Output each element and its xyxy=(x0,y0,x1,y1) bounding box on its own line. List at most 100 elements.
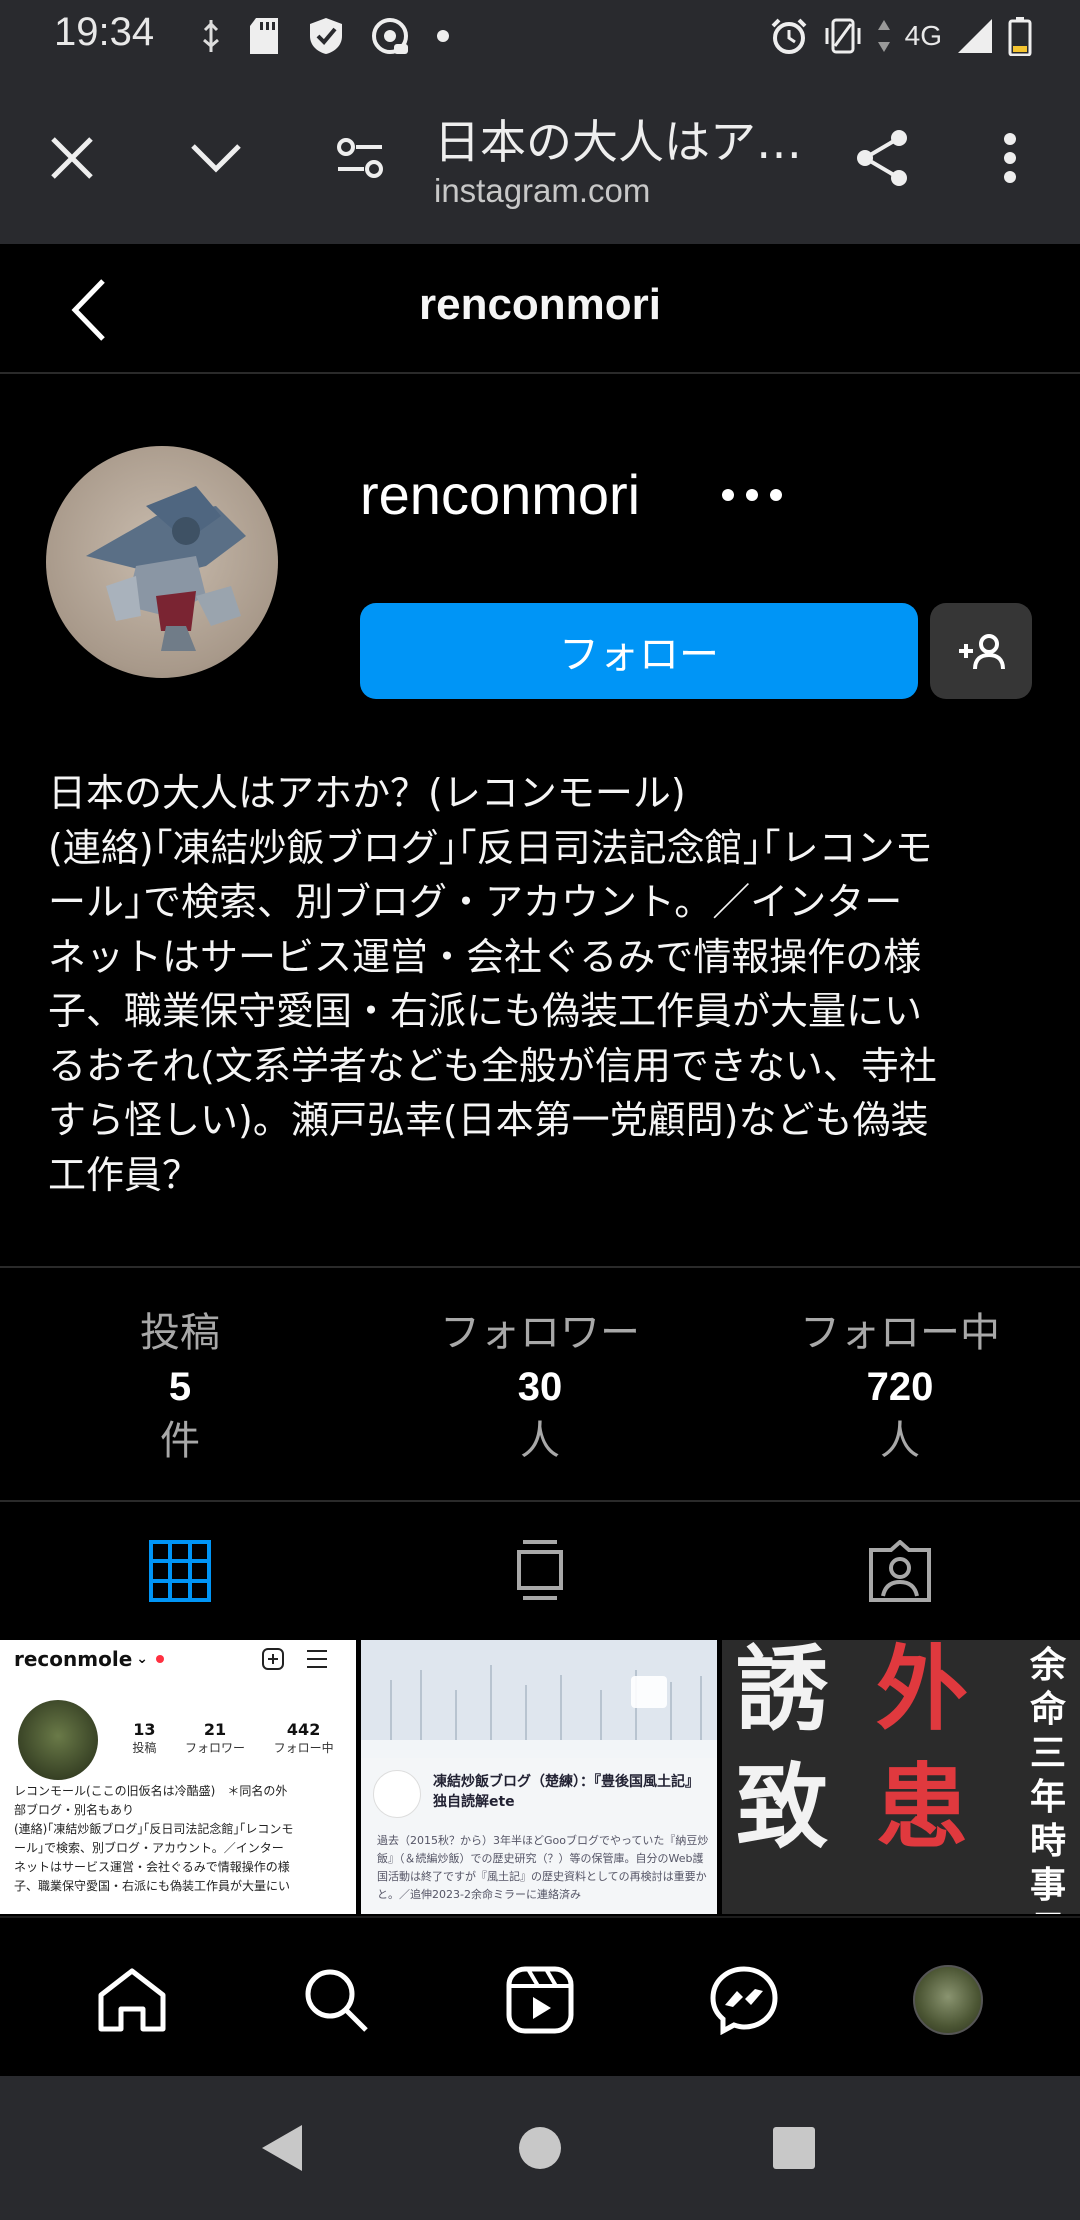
tab-feed[interactable] xyxy=(505,1536,575,1606)
post1-bio: レコンモール(ここの旧仮名は冷酷盛) ＊同名の外 部ブログ・別名もあり (連絡)… xyxy=(14,1782,350,1896)
add-person-icon xyxy=(959,634,1005,670)
system-icons: 4G xyxy=(769,14,1032,58)
following-unit: 人 xyxy=(880,1418,920,1464)
tab-tagged[interactable] xyxy=(865,1536,935,1606)
menu-button[interactable] xyxy=(970,118,1050,198)
vibrate-icon xyxy=(825,18,861,54)
post1-header: reconmole ⌄ xyxy=(0,1640,356,1678)
usb-debug-icon xyxy=(203,20,219,52)
close-icon xyxy=(51,137,93,179)
bio-line: ール｣で検索、別ブログ・アカウント。／インター xyxy=(48,880,903,924)
followers-unit: 人 xyxy=(520,1418,560,1464)
post2-card: 凍結炒飯ブログ（楚練）：『豊後国風土記』独自読解ete 過去（2015秋？から）… xyxy=(361,1758,717,1914)
profile-bio: 日本の大人はアホか？(レコンモール) (連絡)｢凍結炒飯ブログ｣｢反日司法記念館… xyxy=(48,766,1038,1202)
sd-card-icon xyxy=(250,18,278,54)
post3-char: 誘 xyxy=(736,1640,829,1743)
site-settings-button[interactable] xyxy=(320,118,400,198)
notification-dot-icon xyxy=(156,1655,164,1663)
post1-bio-line: ール｣で検索、別ブログ・アカウント。／インター xyxy=(14,1841,284,1855)
post1-stat: 13 投稿 xyxy=(132,1720,156,1756)
post1-account: reconmole xyxy=(14,1647,133,1671)
tab-posts-grid[interactable] xyxy=(145,1536,215,1606)
page-url: instagram.com xyxy=(434,172,651,209)
nav-messenger[interactable] xyxy=(704,1960,784,2040)
followers-count[interactable]: フォロワー 30 人 xyxy=(390,1306,690,1468)
profile-stats: 投稿 5 件 フォロワー 30 人 フォロー中 720 人 xyxy=(0,1266,1080,1502)
feed-icon xyxy=(517,1540,563,1600)
suggested-users-button[interactable] xyxy=(930,603,1032,699)
bio-line: ネットはサービス運営・会社ぐるみで情報操作の様 xyxy=(48,934,922,979)
system-back-button[interactable] xyxy=(246,2112,318,2184)
instagram-bottom-nav xyxy=(0,1916,1080,2076)
bio-line: (連絡)｢凍結炒飯ブログ｣｢反日司法記念館｣｢レコンモ xyxy=(48,825,933,870)
close-tab-button[interactable] xyxy=(32,118,112,198)
nav-profile[interactable] xyxy=(908,1960,988,2040)
more-horizontal-icon xyxy=(722,489,782,501)
more-vert-icon xyxy=(1004,133,1016,183)
battery-icon xyxy=(1008,17,1032,56)
post1-stat-num: 21 xyxy=(203,1720,227,1739)
profile-options-button[interactable] xyxy=(712,470,792,520)
followers-label: フォロワー xyxy=(440,1310,640,1356)
system-home-button[interactable] xyxy=(504,2112,576,2184)
nav-search[interactable] xyxy=(296,1960,376,2040)
notification-icons xyxy=(200,14,450,58)
home-icon xyxy=(98,1968,166,2032)
posts-count: 投稿 5 件 xyxy=(30,1306,330,1468)
gamepad-icon xyxy=(372,18,408,54)
post-thumbnail[interactable]: reconmole ⌄ 13 投稿 21 フォロワー 442 フォロー中 レコンモール… xyxy=(0,1640,356,1914)
posts-unit: 件 xyxy=(160,1418,200,1464)
post1-bio-line: レコンモール(ここの旧仮名は冷酷盛) ＊同名の外 xyxy=(14,1784,288,1798)
following-label: フォロー中 xyxy=(800,1310,1000,1356)
nav-home[interactable] xyxy=(92,1960,172,2040)
system-nav-bar xyxy=(0,2076,1080,2220)
post1-bio-line: (連絡)｢凍結炒飯ブログ｣｢反日司法記念館｣｢レコンモ xyxy=(14,1822,294,1836)
post-thumbnail[interactable]: 誘 致 外 患 余命三年時事日記 xyxy=(722,1640,1080,1914)
status-time: 19:34 xyxy=(54,10,155,54)
home-circle-icon xyxy=(519,2127,561,2169)
add-post-icon xyxy=(262,1648,284,1670)
followers-value: 30 xyxy=(517,1365,563,1409)
post1-stat-label: フォロワー xyxy=(184,1741,245,1755)
profile-avatar-small xyxy=(913,1965,983,2035)
nav-reels[interactable] xyxy=(500,1960,580,2040)
network-type: 4G xyxy=(904,20,942,51)
post1-stat: 21 フォロワー xyxy=(185,1720,245,1756)
data-arrows-icon xyxy=(877,20,890,52)
menu-icon xyxy=(307,1650,327,1668)
post2-body: 過去（2015秋？から）3年半ほどGooブログでやっていた『納豆炒飯』（＆続編炒… xyxy=(377,1834,709,1901)
shield-icon xyxy=(310,18,342,54)
grid-icon xyxy=(149,1540,211,1602)
post3-side-text: 余命三年時事日記 xyxy=(1029,1645,1066,1914)
back-triangle-icon xyxy=(262,2125,302,2171)
post1-stat-num: 442 xyxy=(286,1720,321,1739)
tagged-person-icon xyxy=(869,1540,931,1602)
bio-line: すら怪しい)。瀬戸弘幸(日本第一党顧問)なども偽装 xyxy=(48,1098,929,1142)
dot-icon xyxy=(437,30,449,42)
post3-char: 外 xyxy=(876,1640,969,1743)
browser-toolbar: 日本の大人はア… instagram.com xyxy=(0,72,1080,244)
post1-bio-line: ネットはサービス運営・会社ぐるみで情報操作の様 xyxy=(14,1860,290,1874)
blog-logo-icon xyxy=(373,1770,421,1818)
share-button[interactable] xyxy=(842,118,922,198)
post-thumbnail[interactable]: 凍結炒飯ブログ（楚練）：『豊後国風土記』独自読解ete 過去（2015秋？から）… xyxy=(361,1640,717,1914)
post3-char: 患 xyxy=(876,1754,969,1861)
following-value: 720 xyxy=(866,1365,934,1409)
post1-bio-line: 部ブログ・別名もあり xyxy=(14,1803,135,1817)
post1-stat-label: フォロー中 xyxy=(273,1741,334,1755)
minimize-tab-button[interactable] xyxy=(176,118,256,198)
system-recents-button[interactable] xyxy=(758,2112,830,2184)
bio-line: 子、職業保守愛国・右派にも偽装工作員が大量にい xyxy=(48,989,923,1033)
profile-tabs xyxy=(0,1502,1080,1638)
post1-stat-label: 投稿 xyxy=(132,1741,157,1755)
following-count[interactable]: フォロー中 720 人 xyxy=(750,1306,1050,1468)
signal-icon xyxy=(958,19,992,53)
follow-button[interactable]: フォロー xyxy=(360,603,918,699)
posts-value: 5 xyxy=(168,1365,192,1409)
bio-line: るおそれ(文系学者なども全般が信用できない、寺社 xyxy=(48,1043,937,1088)
page-title: 日本の大人はア… xyxy=(434,115,802,169)
bio-line: 日本の大人はアホか？(レコンモール) xyxy=(48,771,686,815)
chevron-down-icon: ⌄ xyxy=(136,1651,148,1667)
profile-avatar[interactable] xyxy=(46,446,278,678)
posts-label: 投稿 xyxy=(140,1310,220,1356)
